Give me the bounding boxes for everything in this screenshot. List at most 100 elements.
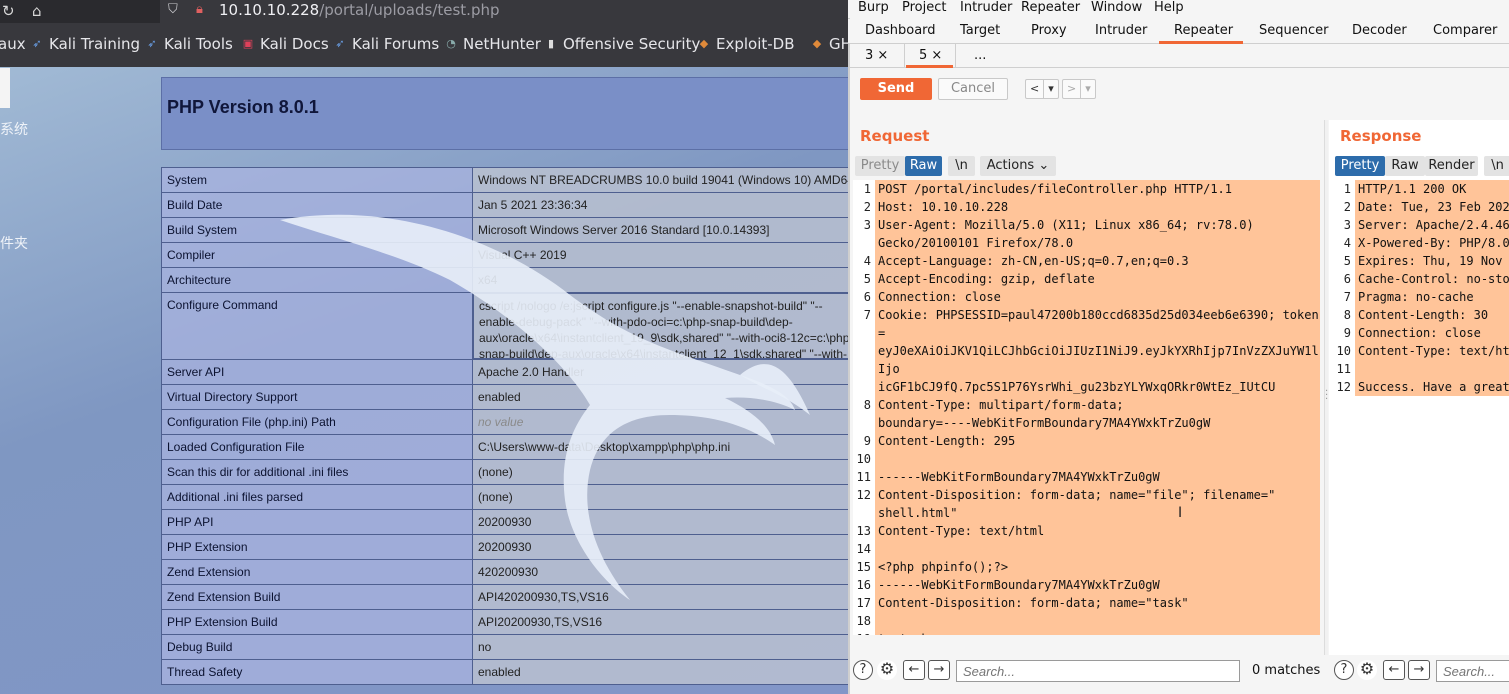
request-raw-toggle[interactable]: Raw [905,156,942,176]
line-text[interactable]: Host: 10.10.10.228 [875,198,1320,216]
line-number: 8 [853,396,875,414]
gear-icon[interactable]: ⚙ [877,660,897,680]
line-text[interactable] [875,540,1320,558]
line-text[interactable]: <?php phpinfo();?> [875,558,1320,576]
request-newline-toggle[interactable]: \n [948,156,975,176]
menu-repeater[interactable]: Repeater [1021,0,1080,15]
line-text[interactable]: Content-Type: text/html [875,522,1320,540]
bookmark-offensive-security[interactable]: ▮ Offensive Security [544,35,700,53]
line-text[interactable]: Cache-Control: no-stor [1355,270,1509,288]
line-text[interactable]: test.php [875,630,1320,635]
menu-burp[interactable]: Burp [858,0,889,15]
nethunter-icon: ◔ [446,37,456,50]
tab-dashboard[interactable]: Dashboard [865,23,936,38]
line-text[interactable]: HTTP/1.1 200 OK [1355,180,1509,198]
gear-icon[interactable]: ⚙ [1357,660,1377,680]
tab-sequencer[interactable]: Sequencer [1259,23,1328,38]
bookmark-kali-docs[interactable]: ▣ Kali Docs [241,35,329,53]
line-text[interactable]: X-Powered-By: PHP/8.0. [1355,234,1509,252]
request-search-input[interactable] [956,660,1240,682]
bookmark-exploit-db[interactable]: ◆ Exploit-DB [697,35,795,53]
pane-splitter[interactable]: · · · [1324,120,1328,655]
bookmark-nethunter[interactable]: ◔ NetHunter [444,35,541,53]
tab-comparer[interactable]: Comparer [1433,23,1497,38]
bookmark-ghdb[interactable]: ◆GHD [810,35,848,53]
history-forward-button[interactable]: > ▾ [1062,79,1096,99]
request-editor[interactable]: 1 POST /portal/includes/fileController.ph… [853,180,1320,635]
repeater-tab-new[interactable]: ... [974,48,986,63]
help-icon[interactable]: ? [1334,660,1354,680]
search-next-icon[interactable]: → [928,660,950,680]
url-text[interactable]: 10.10.10.228/portal/uploads/test.php [219,1,500,19]
bookmark-kali-tools[interactable]: ➶ Kali Tools [145,35,232,53]
response-pretty-toggle[interactable]: Pretty [1335,156,1385,176]
repeater-tab-3[interactable]: 3 × [865,48,888,63]
line-text[interactable]: Connection: close [1355,324,1509,342]
response-editor[interactable]: 1 HTTP/1.1 200 OK 2 Date: Tue, 23 Feb 2021 3… [1333,180,1509,410]
search-next-icon[interactable]: → [1408,660,1430,680]
line-text[interactable]: Connection: close [875,288,1320,306]
tab-decoder[interactable]: Decoder [1352,23,1407,38]
menu-help[interactable]: Help [1154,0,1184,15]
line-text[interactable]: Content-Disposition: form-data; name="ta… [875,594,1320,612]
line-text[interactable]: eyJ0eXAiOiJKV1QiLCJhbGciOiJIUzI1NiJ9.eyJ… [875,342,1320,378]
line-text[interactable]: Content-Length: 30 [1355,306,1509,324]
search-prev-icon[interactable]: ← [1383,660,1405,680]
help-icon[interactable]: ? [853,660,873,680]
reload-icon[interactable]: ↻ [2,2,15,20]
line-text[interactable]: Server: Apache/2.4.46 [1355,216,1509,234]
line-text[interactable]: Content-Type: text/htm [1355,342,1509,360]
line-text[interactable]: icGF1bCJ9fQ.7pc5S1P76YsrWhi_gu23bzYLYWxq… [875,378,1320,396]
line-text[interactable] [875,450,1320,468]
tab-repeater[interactable]: Repeater [1174,23,1233,38]
line-text[interactable]: Content-Length: 295 [875,432,1320,450]
menu-project[interactable]: Project [902,0,946,15]
line-text[interactable]: User-Agent: Mozilla/5.0 (X11; Linux x86_… [875,216,1320,234]
menu-intruder[interactable]: Intruder [960,0,1012,15]
line-text[interactable]: Date: Tue, 23 Feb 2021 [1355,198,1509,216]
home-icon[interactable]: ⌂ [32,2,42,20]
response-newline-toggle[interactable]: \n [1484,156,1509,176]
line-text[interactable]: POST /portal/includes/fileController.php… [875,180,1320,198]
send-button[interactable]: Send [860,78,932,100]
line-text[interactable]: ------WebKitFormBoundary7MA4YWxkTrZu0gW [875,468,1320,486]
line-text[interactable]: Gecko/20100101 Firefox/78.0 [875,234,1320,252]
line-text[interactable]: Content-Disposition: form-data; name="fi… [875,486,1320,504]
line-text[interactable]: Cookie: PHPSESSID=paul47200b180ccd6835d2… [875,306,1320,342]
tab-proxy[interactable]: Proxy [1031,23,1067,38]
line-text[interactable]: ------WebKitFormBoundary7MA4YWxkTrZu0gW [875,576,1320,594]
request-pretty-toggle[interactable]: Pretty [855,156,905,176]
tab-target[interactable]: Target [960,23,1000,38]
insecure-lock-icon[interactable]: 🔒︎ [196,2,203,17]
bookmark-kali-forums[interactable]: ➶ Kali Forums [333,35,439,53]
cancel-button[interactable]: Cancel [938,78,1008,100]
line-text[interactable]: Content-Type: multipart/form-data; [875,396,1320,414]
response-render-toggle[interactable]: Render [1425,156,1478,176]
response-raw-toggle[interactable]: Raw [1385,156,1425,176]
line-text[interactable] [1355,360,1509,378]
response-search-input[interactable] [1436,660,1509,682]
line-text[interactable]: boundary=----WebKitFormBoundary7MA4YWxkT… [875,414,1320,432]
menu-window[interactable]: Window [1091,0,1142,15]
line-text[interactable]: Pragma: no-cache [1355,288,1509,306]
line-text[interactable] [875,612,1320,630]
bookmark-kali-training[interactable]: ➶ Kali Training [30,35,140,53]
line-text[interactable]: Accept-Encoding: gzip, deflate [875,270,1320,288]
repeater-tab-5[interactable]: 5 × [919,48,942,63]
line-text[interactable]: Expires: Thu, 19 Nov 1 [1355,252,1509,270]
phpinfo-row: Debug Build no [161,634,848,660]
tab-intruder[interactable]: Intruder [1095,23,1147,38]
request-actions-menu[interactable]: Actions ⌄ [980,156,1056,176]
search-prev-icon[interactable]: ← [903,660,925,680]
line-text[interactable]: Success. Have a great w [1355,378,1509,396]
line-text[interactable]: shell.html" [875,504,1320,522]
editor-line: 12 Content-Disposition: form-data; name="… [853,486,1320,504]
phpinfo-key: Additional .ini files parsed [161,484,473,510]
phpinfo-value: no value [472,409,848,435]
history-back-button[interactable]: < ▾ [1025,79,1059,99]
editor-line: boundary=----WebKitFormBoundary7MA4YWxkT… [853,414,1320,432]
line-text[interactable]: Accept-Language: zh-CN,en-US;q=0.7,en;q=… [875,252,1320,270]
shield-icon[interactable]: ⛉ [168,2,178,17]
bookmark-kali-linux[interactable]: aux [0,35,26,53]
line-number: 19 [853,630,875,635]
